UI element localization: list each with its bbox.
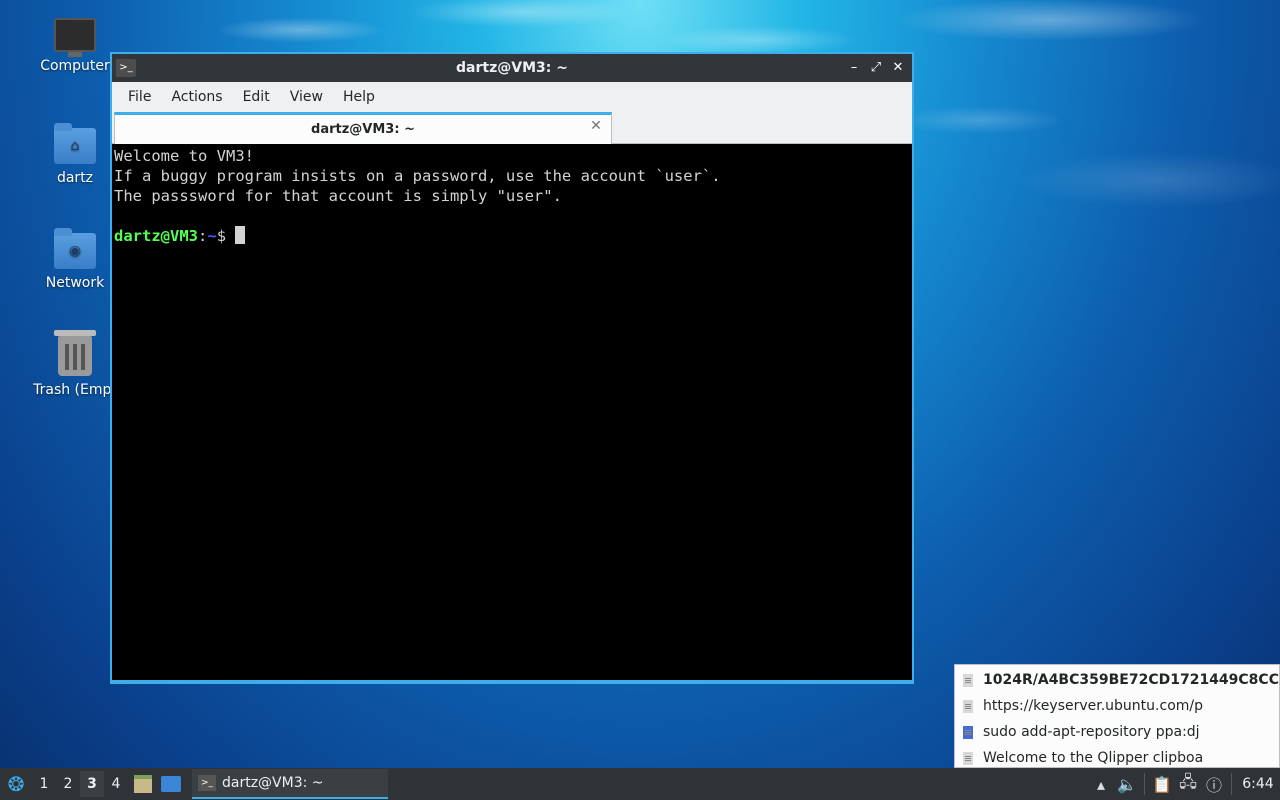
network-folder-icon: ◉ (54, 228, 96, 269)
terminal-app-icon[interactable]: >_ (116, 59, 136, 77)
tray-expand-icon[interactable]: ▴ (1088, 775, 1114, 794)
text-document-icon (963, 673, 973, 687)
show-desktop-icon (161, 776, 181, 792)
desktop-icon-label: Computer (40, 58, 110, 74)
text-document-icon (963, 725, 973, 739)
clipboard-item-label: 1024R/A4BC359BE72CD1721449C8CC (983, 672, 1279, 688)
prompt-user: dartz@VM3 (114, 227, 198, 245)
menu-edit[interactable]: Edit (233, 89, 280, 105)
terminal-line: The passsword for that account is simply… (114, 187, 562, 205)
maximize-button[interactable]: ⤢ (868, 58, 884, 78)
taskbar: ❂ 1 2 3 4 >_ dartz@VM3: ~ ▴ 🔈 📋 🖧 ⓘ 6:44 (0, 768, 1280, 800)
clipboard-item-label: Welcome to the Qlipper clipboa (983, 750, 1204, 766)
prompt-path: ~ (207, 227, 217, 245)
desktop-switch-3[interactable]: 3 (80, 771, 104, 797)
desktop-icon-label: Trash (Empt (33, 382, 117, 398)
desktop-icon-label: Network (45, 275, 105, 291)
trash-icon (54, 330, 96, 376)
minimize-button[interactable]: – (846, 58, 862, 78)
terminal-line: If a buggy program insists on a password… (114, 167, 721, 185)
tab-close-icon[interactable]: ✕ (589, 119, 603, 133)
desktop-switch-1[interactable]: 1 (32, 776, 56, 792)
task-label: dartz@VM3: ~ (222, 775, 324, 791)
computer-icon (54, 18, 96, 57)
desktop-icon-dartz[interactable]: ⌂ dartz (27, 123, 123, 186)
start-menu-button[interactable]: ❂ (0, 768, 32, 800)
desktop-icon-computer[interactable]: Computer (27, 18, 123, 74)
tab-label: dartz@VM3: ~ (311, 122, 415, 137)
terminal-output[interactable]: Welcome to VM3! If a buggy program insist… (112, 144, 912, 680)
clipboard-item[interactable]: 1024R/A4BC359BE72CD1721449C8CC (955, 667, 1279, 693)
text-document-icon (963, 699, 973, 713)
prompt-separator: : (198, 227, 208, 245)
clipboard-item-label: sudo add-apt-repository ppa:dj (983, 724, 1200, 740)
clipboard-item[interactable]: sudo add-apt-repository ppa:dj (955, 719, 1279, 745)
system-tray: ▴ 🔈 📋 🖧 ⓘ 6:44 (1088, 768, 1280, 800)
network-icon[interactable]: 🖧 (1175, 771, 1201, 798)
menu-bar: File Actions Edit View Help (112, 82, 912, 112)
window-title: dartz@VM3: ~ (456, 60, 568, 76)
tab-terminal[interactable]: dartz@VM3: ~ ✕ (114, 112, 612, 144)
text-document-icon (963, 751, 973, 765)
desktop-icon-trash[interactable]: Trash (Empt (27, 330, 123, 398)
menu-file[interactable]: File (118, 89, 161, 105)
menu-actions[interactable]: Actions (161, 89, 232, 105)
clipboard-item[interactable]: https://keyserver.ubuntu.com/p (955, 693, 1279, 719)
desktop-switch-2[interactable]: 2 (56, 776, 80, 792)
lubuntu-logo-icon: ❂ (7, 772, 25, 796)
desktop-icon-network[interactable]: ◉ Network (27, 228, 123, 291)
quicklaunch-show-desktop[interactable] (158, 771, 184, 797)
taskbar-task-terminal[interactable]: >_ dartz@VM3: ~ (192, 769, 388, 799)
update-notifier-icon[interactable]: ⓘ (1201, 772, 1227, 796)
terminal-window: >_ dartz@VM3: ~ – ⤢ ✕ File Actions Edit … (110, 52, 914, 684)
text-cursor (235, 226, 246, 244)
volume-icon[interactable]: 🔈 (1114, 775, 1140, 794)
clock[interactable]: 6:44 (1236, 776, 1280, 792)
menu-view[interactable]: View (280, 89, 333, 105)
window-titlebar[interactable]: >_ dartz@VM3: ~ – ⤢ ✕ (112, 54, 912, 82)
desktop-icon-label: dartz (56, 170, 94, 186)
clipboard-icon[interactable]: 📋 (1149, 775, 1175, 794)
prompt-symbol: $ (216, 227, 236, 245)
terminal-icon: >_ (198, 775, 216, 791)
menu-help[interactable]: Help (333, 89, 385, 105)
clipboard-item-label: https://keyserver.ubuntu.com/p (983, 698, 1203, 714)
home-folder-icon: ⌂ (54, 123, 96, 164)
tab-bar: dartz@VM3: ~ ✕ (112, 112, 912, 144)
desktop-switch-4[interactable]: 4 (104, 776, 128, 792)
terminal-line: Welcome to VM3! (114, 147, 254, 165)
clipboard-history-menu: 1024R/A4BC359BE72CD1721449C8CC https://k… (954, 664, 1280, 768)
terminal-prompt: dartz@VM3:~$ (114, 226, 910, 246)
close-button[interactable]: ✕ (890, 58, 906, 78)
quicklaunch-file-manager[interactable] (130, 771, 156, 797)
file-manager-icon (134, 775, 152, 793)
